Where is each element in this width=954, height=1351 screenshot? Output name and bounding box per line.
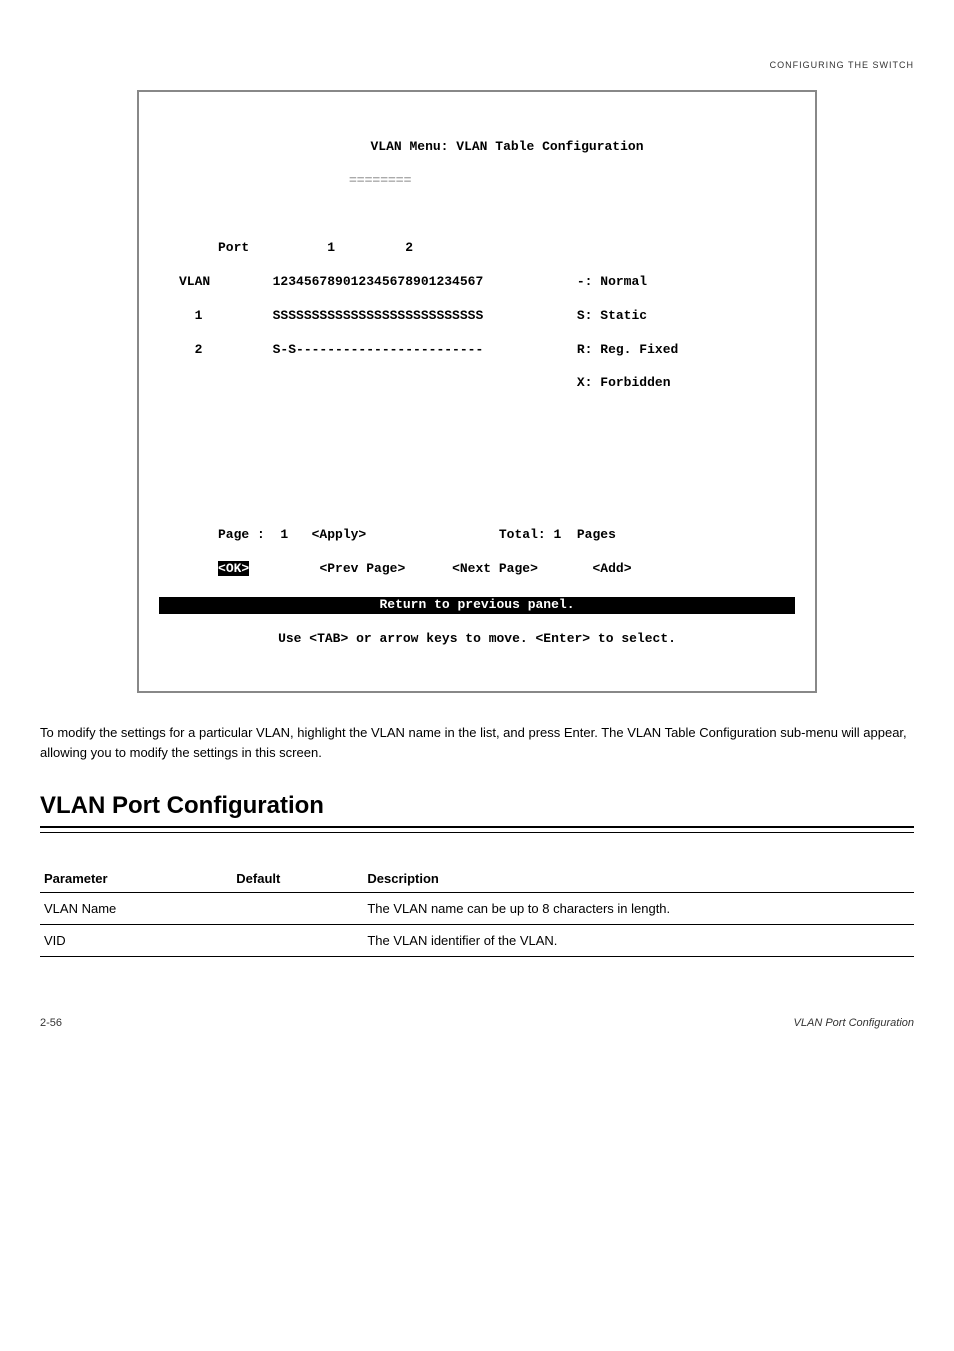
cell-desc: The VLAN identifier of the VLAN. (363, 925, 914, 957)
title-underline: ======== (159, 173, 795, 190)
page-indicator: Page : 1 <Apply> (179, 527, 366, 542)
help-line: Use <TAB> or arrow keys to move. <Enter>… (159, 631, 795, 648)
footer-section-title: VLAN Port Configuration (794, 1017, 914, 1029)
terminal-title: VLAN Menu: VLAN Table Configuration (159, 139, 795, 156)
page-footer: 2-56 VLAN Port Configuration (40, 1017, 914, 1029)
heading-rule-bottom (40, 832, 914, 833)
cell-param: VLAN Name (40, 893, 232, 925)
footer-page-number: 2-56 (40, 1017, 62, 1029)
cell-param: VID (40, 925, 232, 957)
body-paragraph: To modify the settings for a particular … (40, 723, 914, 762)
vlan-header: VLAN 123456789012345678901234567 (179, 274, 483, 289)
cell-default (232, 893, 363, 925)
legend-reg-fixed: R: Reg. Fixed (577, 342, 678, 357)
th-parameter: Parameter (40, 863, 232, 893)
vlan-row-2[interactable]: 2 S-S------------------------ (179, 342, 483, 357)
config-table: Parameter Default Description VLAN Name … (40, 863, 914, 957)
legend-forbidden: X: Forbidden (577, 375, 671, 390)
port-header-row: Port 1 2 (159, 240, 795, 257)
th-default: Default (232, 863, 363, 893)
terminal-window: VLAN Menu: VLAN Table Configuration ====… (137, 90, 817, 693)
cell-default (232, 925, 363, 957)
legend-normal: -: Normal (577, 274, 647, 289)
page-header-label: CONFIGURING THE SWITCH (40, 60, 914, 70)
cell-desc: The VLAN name can be up to 8 characters … (363, 893, 914, 925)
table-row: VID The VLAN identifier of the VLAN. (40, 925, 914, 957)
nav-buttons[interactable]: <Prev Page> <Next Page> <Add> (249, 561, 631, 576)
vlan-row-1[interactable]: 1 SSSSSSSSSSSSSSSSSSSSSSSSSSS (179, 308, 483, 323)
heading-rule-top (40, 826, 914, 828)
total-pages: Total: 1 Pages (499, 527, 616, 542)
section-heading: VLAN Port Configuration (40, 792, 914, 820)
ok-button[interactable]: <OK> (218, 561, 249, 576)
status-bar: Return to previous panel. (159, 597, 795, 614)
table-row: VLAN Name The VLAN name can be up to 8 c… (40, 893, 914, 925)
th-description: Description (363, 863, 914, 893)
legend-static: S: Static (577, 308, 647, 323)
